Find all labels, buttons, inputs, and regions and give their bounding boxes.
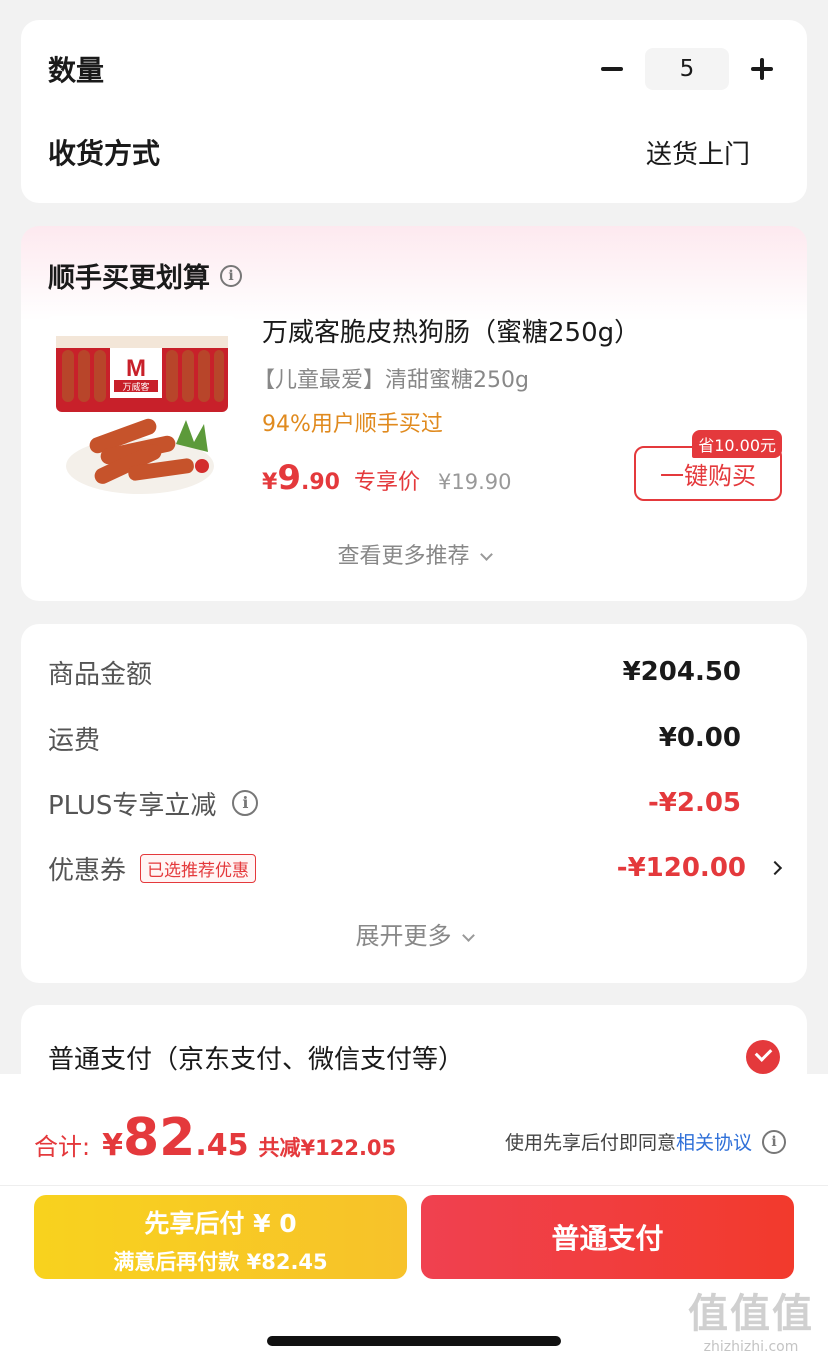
delivery-value[interactable]: 送货上门 <box>646 134 750 171</box>
agreement-link[interactable]: 相关协议 <box>676 1128 752 1155</box>
info-icon[interactable]: i <box>762 1129 786 1154</box>
quantity-row: 数量 5 <box>48 48 780 90</box>
shipping-value: ¥0.00 <box>658 723 741 753</box>
plus-discount-text: PLUS专享立减 <box>48 790 217 821</box>
minus-icon[interactable] <box>594 51 630 87</box>
total-currency: ¥ <box>102 1128 123 1163</box>
addon-title: 顺手买更划算 <box>48 263 210 294</box>
svg-text:万威客: 万威客 <box>122 381 149 393</box>
plus-discount-label: PLUS专享立减 i <box>48 785 259 822</box>
coupon-text: 优惠券 <box>48 855 127 886</box>
hotdog-package-image: M 万威客 <box>48 316 236 502</box>
price-tag: 专享价 <box>353 470 420 495</box>
product-stat: 94%用户顺手买过 <box>262 412 443 437</box>
fee-row-shipping: 运费 ¥0.00 <box>48 718 741 758</box>
fees-card: 商品金额 ¥204.50 运费 ¥0.00 PLUS专享立减 i -¥2.05 优… <box>21 624 807 983</box>
chevron-right-icon[interactable] <box>767 860 783 876</box>
pay-later-line2: 满意后再付款 ¥82.45 <box>113 1250 328 1274</box>
coupon-value: -¥120.00 <box>616 853 746 883</box>
watermark: 值值值 zhizhizhi.com <box>688 1281 814 1355</box>
addon-header: 顺手买更划算 i <box>48 256 242 295</box>
delivery-label: 收货方式 <box>48 137 161 170</box>
delivery-row[interactable]: 收货方式 送货上门 <box>48 132 780 172</box>
expand-more-link[interactable]: 展开更多 <box>21 916 807 951</box>
expand-more-label: 展开更多 <box>355 922 452 950</box>
quantity-delivery-card: 数量 5 收货方式 送货上门 <box>21 20 807 203</box>
watermark-logo: 值值值 <box>688 1291 814 1337</box>
product-name[interactable]: 万威客脆皮热狗肠（蜜糖250g） <box>262 312 640 349</box>
info-icon[interactable]: i <box>232 790 259 816</box>
pay-later-line1: 先享后付 ¥ 0 <box>144 1209 297 1238</box>
chevron-down-icon <box>479 548 493 561</box>
coupon-tag: 已选推荐优惠 <box>140 853 257 883</box>
payment-option-label: 普通支付（京东支付、微信支付等） <box>48 1044 465 1075</box>
agreement-prefix: 使用先享后付即同意 <box>504 1132 676 1154</box>
goods-amount-label: 商品金额 <box>48 659 153 690</box>
plus-discount-value: -¥2.05 <box>647 788 741 818</box>
quantity-label: 数量 <box>48 54 105 87</box>
pay-later-button[interactable]: 先享后付 ¥ 0 满意后再付款 ¥82.45 <box>34 1195 407 1279</box>
product-price: ¥ 9 .90 专享价 ¥19.90 <box>262 458 511 498</box>
agreement-note: 使用先享后付即同意 相关协议 i <box>505 1128 786 1155</box>
more-recommend-label: 查看更多推荐 <box>337 544 470 569</box>
total-saved: 共减¥122.05 <box>258 1136 397 1160</box>
save-badge: 省10.00元 <box>692 430 782 458</box>
addon-card: 顺手买更划算 i M 万威客 万威客脆皮热狗肠（蜜糖250g） 【儿童最爱】清甜… <box>21 226 807 601</box>
total-dec: .45 <box>195 1128 249 1163</box>
price-currency: ¥ <box>262 470 278 495</box>
coupon-label: 优惠券 已选推荐优惠 <box>48 850 257 887</box>
total-label: 合计: <box>34 1133 91 1161</box>
home-indicator[interactable] <box>267 1336 561 1346</box>
fee-row-goods: 商品金额 ¥204.50 <box>48 652 741 692</box>
info-icon[interactable]: i <box>220 264 242 287</box>
fee-row-coupon[interactable]: 优惠券 已选推荐优惠 -¥120.00 <box>48 848 783 888</box>
quantity-stepper: 5 <box>594 48 780 90</box>
price-int: 9 <box>277 458 301 498</box>
coupon-value-group: -¥120.00 <box>616 853 783 883</box>
total-summary: 合计: ¥ 82 .45 共减¥122.05 <box>34 1108 396 1168</box>
payment-option-row[interactable]: 普通支付（京东支付、微信支付等） <box>48 1037 780 1077</box>
plus-icon[interactable] <box>744 51 780 87</box>
check-icon[interactable] <box>746 1040 780 1074</box>
svg-text:M: M <box>126 355 146 382</box>
original-price: ¥19.90 <box>437 470 512 494</box>
product-thumbnail[interactable]: M 万威客 <box>48 316 236 502</box>
watermark-domain: zhizhizhi.com <box>703 1339 799 1355</box>
shipping-label: 运费 <box>48 725 101 756</box>
more-recommend-link[interactable]: 查看更多推荐 <box>21 538 807 570</box>
quantity-input[interactable]: 5 <box>645 48 729 90</box>
price-dec: .90 <box>300 470 340 495</box>
normal-pay-button[interactable]: 普通支付 <box>421 1195 794 1279</box>
product-spec: 【儿童最爱】清甜蜜糖250g <box>253 368 529 393</box>
fee-row-plus: PLUS专享立减 i -¥2.05 <box>48 783 741 823</box>
divider <box>0 1185 828 1186</box>
chevron-down-icon <box>461 929 475 942</box>
total-int: 82 <box>122 1108 196 1168</box>
checkout-bar: 合计: ¥ 82 .45 共减¥122.05 使用先享后付即同意 相关协议 i … <box>0 1074 828 1365</box>
goods-amount-value: ¥204.50 <box>622 657 741 687</box>
